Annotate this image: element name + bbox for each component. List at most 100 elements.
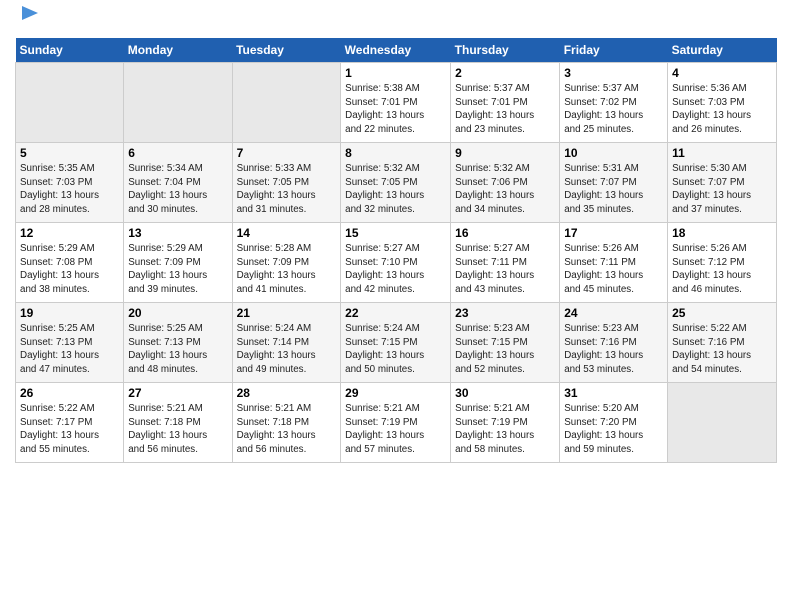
day-number: 13 [128, 226, 227, 240]
calendar-cell: 18 Sunrise: 5:26 AM Sunset: 7:12 PM Dayli… [668, 222, 777, 302]
calendar-cell: 13 Sunrise: 5:29 AM Sunset: 7:09 PM Dayli… [124, 222, 232, 302]
day-number: 19 [20, 306, 119, 320]
day-number: 25 [672, 306, 772, 320]
day-info: Sunrise: 5:35 AM Sunset: 7:03 PM Dayligh… [20, 162, 119, 217]
calendar-cell: 30 Sunrise: 5:21 AM Sunset: 7:19 PM Dayli… [451, 382, 560, 462]
day-info: Sunrise: 5:37 AM Sunset: 7:02 PM Dayligh… [564, 82, 663, 137]
calendar-cell [668, 382, 777, 462]
calendar-cell: 9Sunrise: 5:32 AM Sunset: 7:06 PM Daylig… [451, 142, 560, 222]
day-number: 2 [455, 66, 555, 80]
calendar-cell: 11 Sunrise: 5:30 AM Sunset: 7:07 PM Dayli… [668, 142, 777, 222]
day-number: 20 [128, 306, 227, 320]
calendar-week-row: 5 Sunrise: 5:35 AM Sunset: 7:03 PM Daylig… [16, 142, 777, 222]
calendar-cell: 24 Sunrise: 5:23 AM Sunset: 7:16 PM Dayli… [560, 302, 668, 382]
calendar-cell: 14 Sunrise: 5:28 AM Sunset: 7:09 PM Dayli… [232, 222, 341, 302]
calendar-cell [232, 62, 341, 142]
day-number: 17 [564, 226, 663, 240]
day-info: Sunrise: 5:25 AM Sunset: 7:13 PM Dayligh… [20, 322, 119, 377]
calendar-cell: 1 Sunrise: 5:38 AM Sunset: 7:01 PM Daylig… [341, 62, 451, 142]
day-number: 6 [128, 146, 227, 160]
calendar-cell [124, 62, 232, 142]
day-number: 28 [237, 386, 337, 400]
calendar-cell: 27Sunrise: 5:21 AM Sunset: 7:18 PM Dayli… [124, 382, 232, 462]
day-info: Sunrise: 5:22 AM Sunset: 7:16 PM Dayligh… [672, 322, 772, 377]
day-number: 9 [455, 146, 555, 160]
day-info: Sunrise: 5:30 AM Sunset: 7:07 PM Dayligh… [672, 162, 772, 217]
day-info: Sunrise: 5:28 AM Sunset: 7:09 PM Dayligh… [237, 242, 337, 297]
day-info: Sunrise: 5:21 AM Sunset: 7:19 PM Dayligh… [455, 402, 555, 457]
day-number: 11 [672, 146, 772, 160]
day-info: Sunrise: 5:27 AM Sunset: 7:11 PM Dayligh… [455, 242, 555, 297]
day-number: 16 [455, 226, 555, 240]
weekday-header-saturday: Saturday [668, 38, 777, 63]
day-number: 31 [564, 386, 663, 400]
day-info: Sunrise: 5:33 AM Sunset: 7:05 PM Dayligh… [237, 162, 337, 217]
day-number: 21 [237, 306, 337, 320]
calendar-cell: 19 Sunrise: 5:25 AM Sunset: 7:13 PM Dayli… [16, 302, 124, 382]
day-number: 24 [564, 306, 663, 320]
day-number: 30 [455, 386, 555, 400]
calendar-cell: 26Sunrise: 5:22 AM Sunset: 7:17 PM Dayli… [16, 382, 124, 462]
day-number: 14 [237, 226, 337, 240]
weekday-header-wednesday: Wednesday [341, 38, 451, 63]
calendar-table: SundayMondayTuesdayWednesdayThursdayFrid… [15, 38, 777, 463]
logo [15, 10, 40, 30]
calendar-cell: 7 Sunrise: 5:33 AM Sunset: 7:05 PM Daylig… [232, 142, 341, 222]
day-info: Sunrise: 5:38 AM Sunset: 7:01 PM Dayligh… [345, 82, 446, 137]
logo-arrow-icon [18, 2, 40, 24]
calendar-cell: 16 Sunrise: 5:27 AM Sunset: 7:11 PM Dayli… [451, 222, 560, 302]
day-info: Sunrise: 5:24 AM Sunset: 7:15 PM Dayligh… [345, 322, 446, 377]
calendar-cell: 28 Sunrise: 5:21 AM Sunset: 7:18 PM Dayli… [232, 382, 341, 462]
day-info: Sunrise: 5:20 AM Sunset: 7:20 PM Dayligh… [564, 402, 663, 457]
calendar-cell: 29 Sunrise: 5:21 AM Sunset: 7:19 PM Dayli… [341, 382, 451, 462]
calendar-cell: 21 Sunrise: 5:24 AM Sunset: 7:14 PM Dayli… [232, 302, 341, 382]
weekday-header-row: SundayMondayTuesdayWednesdayThursdayFrid… [16, 38, 777, 63]
calendar-cell: 12 Sunrise: 5:29 AM Sunset: 7:08 PM Dayli… [16, 222, 124, 302]
day-info: Sunrise: 5:37 AM Sunset: 7:01 PM Dayligh… [455, 82, 555, 137]
day-info: Sunrise: 5:29 AM Sunset: 7:09 PM Dayligh… [128, 242, 227, 297]
calendar-cell: 25 Sunrise: 5:22 AM Sunset: 7:16 PM Dayli… [668, 302, 777, 382]
day-info: Sunrise: 5:21 AM Sunset: 7:19 PM Dayligh… [345, 402, 446, 457]
calendar-cell: 22Sunrise: 5:24 AM Sunset: 7:15 PM Dayli… [341, 302, 451, 382]
day-info: Sunrise: 5:34 AM Sunset: 7:04 PM Dayligh… [128, 162, 227, 217]
calendar-week-row: 1 Sunrise: 5:38 AM Sunset: 7:01 PM Daylig… [16, 62, 777, 142]
calendar-cell: 23 Sunrise: 5:23 AM Sunset: 7:15 PM Dayli… [451, 302, 560, 382]
day-info: Sunrise: 5:31 AM Sunset: 7:07 PM Dayligh… [564, 162, 663, 217]
day-info: Sunrise: 5:36 AM Sunset: 7:03 PM Dayligh… [672, 82, 772, 137]
calendar-week-row: 12 Sunrise: 5:29 AM Sunset: 7:08 PM Dayli… [16, 222, 777, 302]
calendar-cell: 3 Sunrise: 5:37 AM Sunset: 7:02 PM Daylig… [560, 62, 668, 142]
calendar-cell: 31 Sunrise: 5:20 AM Sunset: 7:20 PM Dayli… [560, 382, 668, 462]
day-number: 10 [564, 146, 663, 160]
day-number: 23 [455, 306, 555, 320]
calendar-cell: 10 Sunrise: 5:31 AM Sunset: 7:07 PM Dayli… [560, 142, 668, 222]
day-info: Sunrise: 5:22 AM Sunset: 7:17 PM Dayligh… [20, 402, 119, 457]
day-number: 8 [345, 146, 446, 160]
day-info: Sunrise: 5:29 AM Sunset: 7:08 PM Dayligh… [20, 242, 119, 297]
day-number: 7 [237, 146, 337, 160]
calendar-cell: 20Sunrise: 5:25 AM Sunset: 7:13 PM Dayli… [124, 302, 232, 382]
day-info: Sunrise: 5:26 AM Sunset: 7:12 PM Dayligh… [672, 242, 772, 297]
calendar-cell: 2 Sunrise: 5:37 AM Sunset: 7:01 PM Daylig… [451, 62, 560, 142]
day-info: Sunrise: 5:24 AM Sunset: 7:14 PM Dayligh… [237, 322, 337, 377]
day-info: Sunrise: 5:23 AM Sunset: 7:16 PM Dayligh… [564, 322, 663, 377]
page: SundayMondayTuesdayWednesdayThursdayFrid… [0, 0, 792, 473]
day-number: 5 [20, 146, 119, 160]
weekday-header-friday: Friday [560, 38, 668, 63]
calendar-cell [16, 62, 124, 142]
calendar-cell: 15Sunrise: 5:27 AM Sunset: 7:10 PM Dayli… [341, 222, 451, 302]
day-info: Sunrise: 5:21 AM Sunset: 7:18 PM Dayligh… [128, 402, 227, 457]
day-info: Sunrise: 5:21 AM Sunset: 7:18 PM Dayligh… [237, 402, 337, 457]
weekday-header-monday: Monday [124, 38, 232, 63]
weekday-header-thursday: Thursday [451, 38, 560, 63]
day-number: 4 [672, 66, 772, 80]
weekday-header-tuesday: Tuesday [232, 38, 341, 63]
day-number: 29 [345, 386, 446, 400]
day-info: Sunrise: 5:23 AM Sunset: 7:15 PM Dayligh… [455, 322, 555, 377]
calendar-cell: 4 Sunrise: 5:36 AM Sunset: 7:03 PM Daylig… [668, 62, 777, 142]
day-number: 12 [20, 226, 119, 240]
day-number: 1 [345, 66, 446, 80]
calendar-cell: 5 Sunrise: 5:35 AM Sunset: 7:03 PM Daylig… [16, 142, 124, 222]
day-number: 18 [672, 226, 772, 240]
calendar-week-row: 26Sunrise: 5:22 AM Sunset: 7:17 PM Dayli… [16, 382, 777, 462]
day-number: 3 [564, 66, 663, 80]
